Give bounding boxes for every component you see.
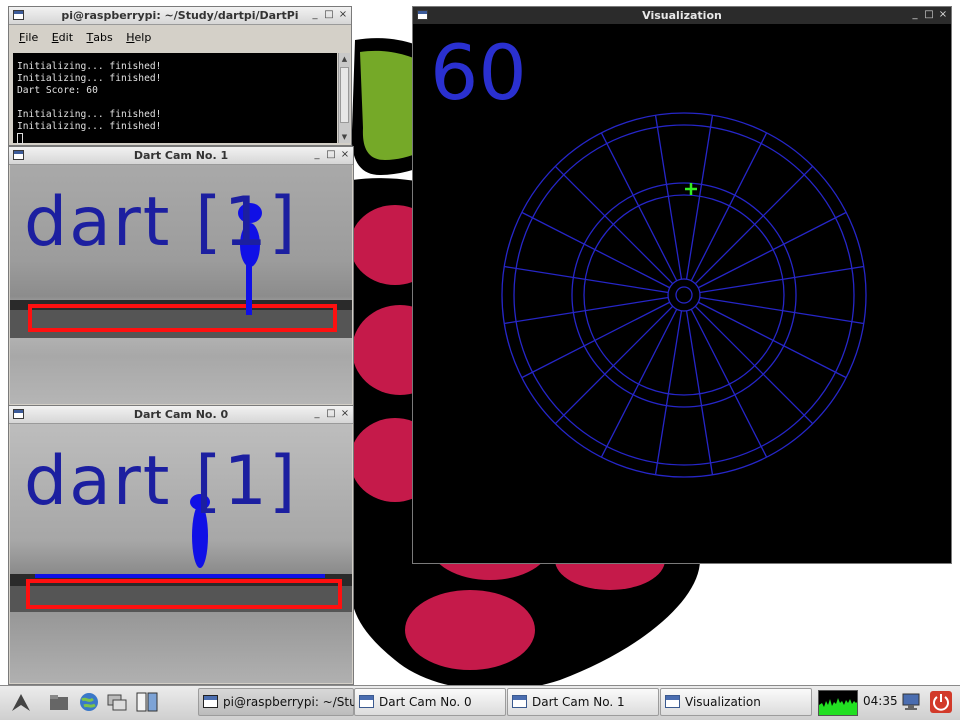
menu-help-rest: elp	[134, 31, 152, 44]
scroll-thumb[interactable]	[340, 67, 349, 123]
terminal-cursor	[17, 133, 23, 144]
window-task-icon	[665, 695, 680, 708]
board-segment-line	[699, 296, 864, 325]
menu-help[interactable]: Help	[126, 31, 151, 44]
close-icon[interactable]: ×	[339, 149, 351, 161]
board-segment-line	[694, 305, 814, 425]
terminal-line: Initializing... finished!	[17, 109, 162, 120]
dart-cam-0-window[interactable]: Dart Cam No. 0 _ □ × dart [1]	[8, 405, 354, 685]
menu-edit[interactable]: Edit	[52, 31, 73, 44]
visualization-canvas: 60	[414, 25, 950, 562]
menu-tabs-rest: abs	[93, 31, 113, 44]
cam-1-overlay-label: dart [1]	[24, 183, 298, 262]
task-label: Dart Cam No. 0	[379, 695, 472, 709]
board-segment-line	[685, 310, 714, 475]
maximize-icon[interactable]: □	[325, 408, 337, 420]
maximize-icon[interactable]: □	[323, 9, 335, 21]
board-segment-line	[694, 165, 814, 285]
scroll-down-icon[interactable]: ▼	[339, 131, 350, 143]
board-segment-line	[685, 115, 714, 280]
terminal-task-icon	[203, 695, 218, 708]
desktop-pager-icon[interactable]	[136, 691, 158, 713]
board-segment-line	[504, 296, 669, 325]
minimize-icon[interactable]: _	[909, 9, 921, 21]
minimize-icon[interactable]: _	[311, 149, 323, 161]
menu-edit-rest: dit	[58, 31, 74, 44]
dartboard	[501, 112, 867, 478]
scroll-up-icon[interactable]: ▲	[339, 53, 350, 65]
dart-cam-0-feed: dart [1]	[10, 424, 352, 683]
close-icon[interactable]: ×	[937, 9, 949, 21]
dart-cam-1-window[interactable]: Dart Cam No. 1 _ □ × dart [1]	[8, 146, 354, 406]
task-label: pi@raspberrypi: ~/Stu...	[223, 695, 369, 709]
maximize-icon[interactable]: □	[923, 9, 935, 21]
terminal-output[interactable]: Initializing... finished! Initializing...…	[13, 53, 337, 144]
board-segment-line	[554, 305, 674, 425]
power-icon[interactable]	[930, 691, 952, 713]
menu-bird-icon[interactable]	[10, 691, 32, 713]
menu-file[interactable]: File	[19, 31, 38, 44]
terminal-line: Dart Score: 60	[17, 85, 98, 96]
board-segment-line	[554, 165, 674, 285]
board-segment-line	[654, 115, 683, 280]
task-visualization[interactable]: Visualization	[660, 688, 812, 716]
window-task-icon	[512, 695, 527, 708]
task-dart-cam-1[interactable]: Dart Cam No. 1	[507, 688, 659, 716]
clock: 04:35	[863, 694, 898, 708]
screen-lock-icon[interactable]	[900, 691, 922, 713]
terminal-line: Initializing... finished!	[17, 121, 162, 132]
dart-cam-1-feed: dart [1]	[10, 165, 352, 404]
board-ring	[675, 286, 693, 304]
window-task-icon	[359, 695, 374, 708]
task-label: Dart Cam No. 1	[532, 695, 625, 709]
dart-cam-0-titlebar[interactable]: Dart Cam No. 0 _ □ ×	[9, 406, 353, 424]
task-label: Visualization	[685, 695, 761, 709]
terminal-titlebar[interactable]: pi@raspberrypi: ~/Study/dartpi/DartPi _ …	[9, 7, 351, 25]
visualization-titlebar[interactable]: Visualization _ □ ×	[413, 7, 951, 25]
browser-globe-icon[interactable]	[78, 691, 100, 713]
visualization-title: Visualization	[642, 9, 722, 22]
board-segment-line	[699, 265, 864, 294]
dart-cam-0-title: Dart Cam No. 0	[133, 408, 229, 421]
minimize-icon[interactable]: _	[309, 9, 321, 21]
close-icon[interactable]: ×	[337, 9, 349, 21]
terminal-scrollbar[interactable]: ▲ ▼	[338, 53, 350, 143]
terminal-line: Initializing... finished!	[17, 73, 162, 84]
board-segment-line	[654, 310, 683, 475]
window-switch-icon[interactable]	[106, 691, 128, 713]
visualization-window[interactable]: Visualization _ □ × 60	[412, 6, 952, 564]
taskbar: pi@raspberrypi: ~/Stu... Dart Cam No. 0 …	[0, 685, 960, 720]
board-ring	[667, 278, 701, 312]
close-icon[interactable]: ×	[339, 408, 351, 420]
terminal-title: pi@raspberrypi: ~/Study/dartpi/DartPi	[61, 9, 299, 22]
cam-0-overlay-label: dart [1]	[24, 442, 298, 521]
file-manager-icon[interactable]	[48, 691, 70, 713]
menu-file-rest: ile	[25, 31, 39, 44]
task-terminal[interactable]: pi@raspberrypi: ~/Stu...	[198, 688, 368, 716]
terminal-menubar: File Edit Tabs Help	[9, 31, 351, 51]
task-dart-cam-0[interactable]: Dart Cam No. 0	[354, 688, 506, 716]
terminal-line: Initializing... finished!	[17, 61, 162, 72]
cpu-monitor	[818, 690, 858, 716]
minimize-icon[interactable]: _	[311, 408, 323, 420]
board-segment-line	[504, 265, 669, 294]
dart-cam-1-titlebar[interactable]: Dart Cam No. 1 _ □ ×	[9, 147, 353, 165]
maximize-icon[interactable]: □	[325, 149, 337, 161]
menu-tabs[interactable]: Tabs	[87, 31, 113, 44]
terminal-window[interactable]: pi@raspberrypi: ~/Study/dartpi/DartPi _ …	[8, 6, 352, 146]
dart-cam-1-title: Dart Cam No. 1	[133, 149, 229, 162]
